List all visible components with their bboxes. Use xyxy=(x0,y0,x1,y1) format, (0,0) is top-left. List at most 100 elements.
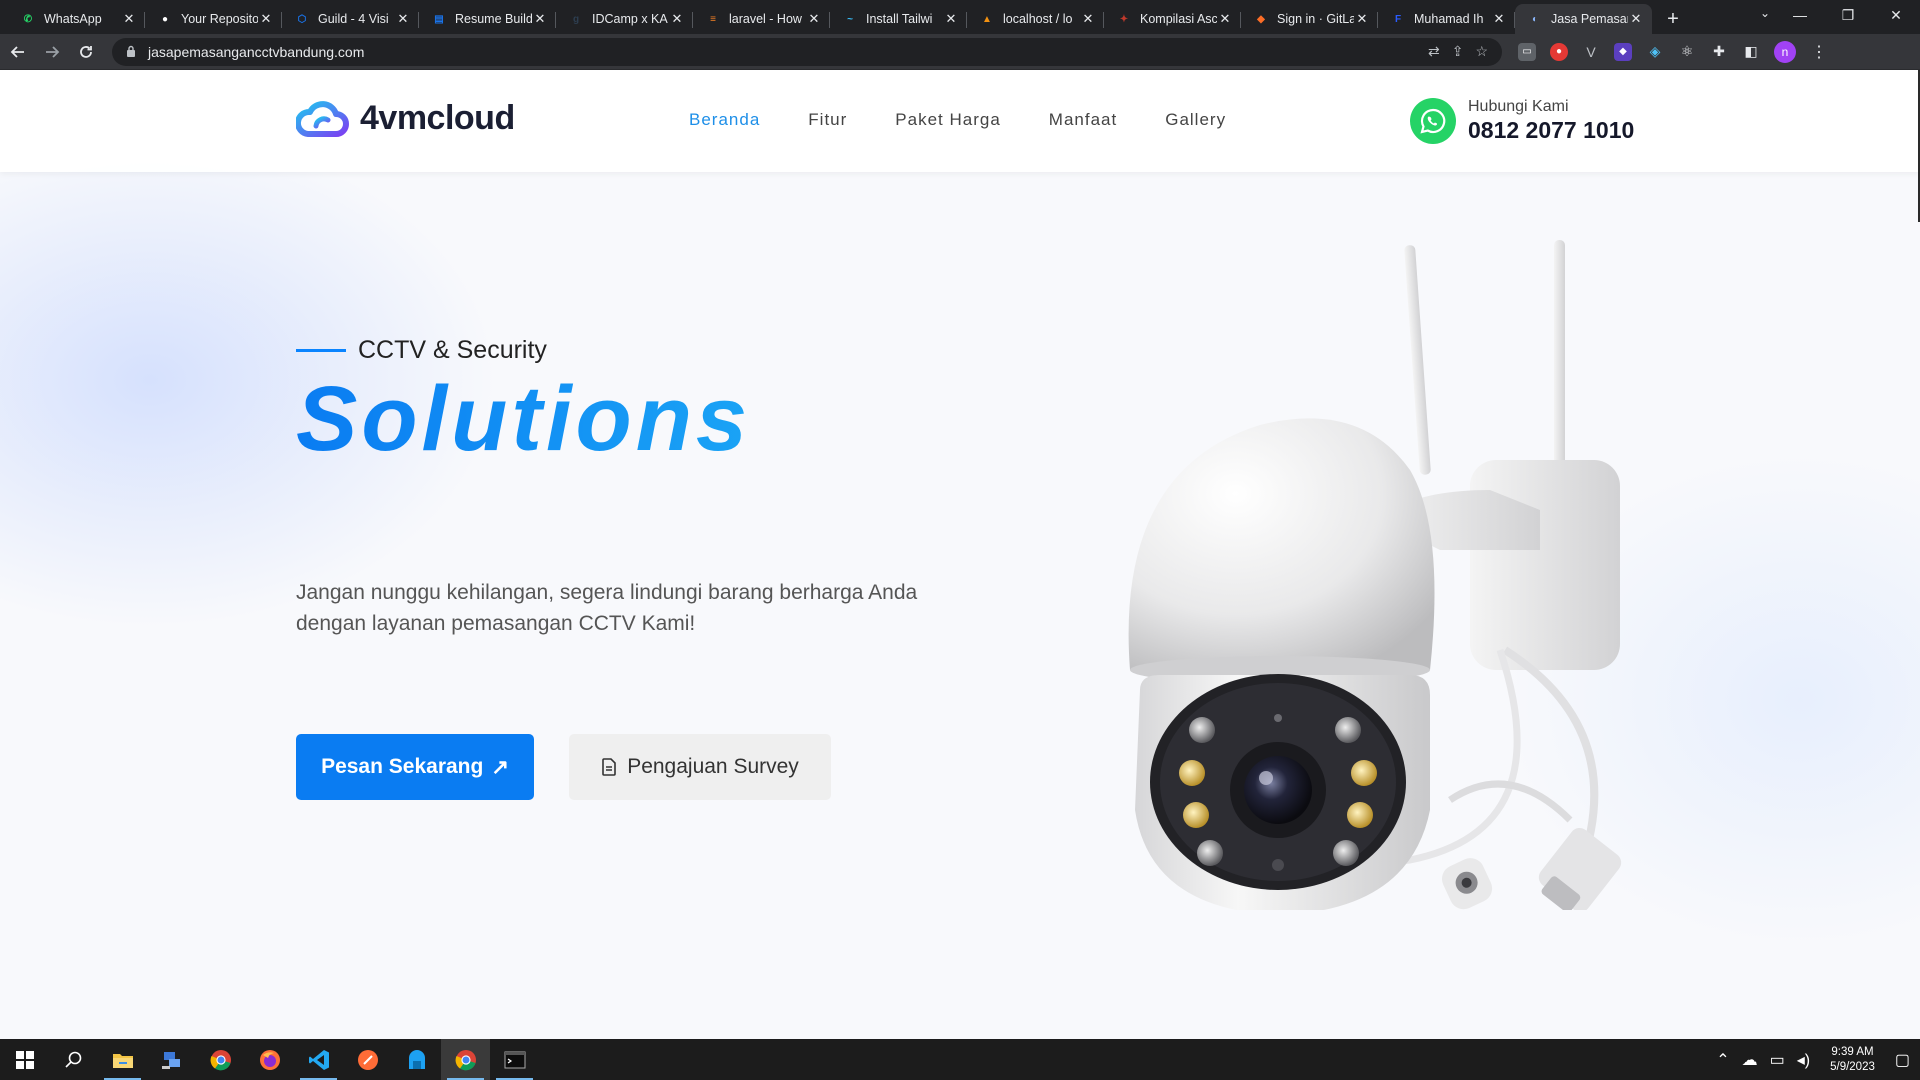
profile-avatar[interactable]: n xyxy=(1774,40,1796,63)
onedrive-icon[interactable]: ☁ xyxy=(1742,1050,1758,1070)
taskbar-postman[interactable] xyxy=(343,1039,392,1080)
whatsapp-icon[interactable] xyxy=(1410,98,1456,144)
network-status-icon[interactable]: ▭ xyxy=(1770,1050,1785,1070)
whatsapp-icon: ✆ xyxy=(23,13,33,25)
contact-text: Hubungi Kami 0812 2077 1010 xyxy=(1468,98,1634,144)
tab-close-icon[interactable]: ✕ xyxy=(1354,11,1370,27)
back-button[interactable] xyxy=(2,36,34,68)
cast-icon[interactable]: ▭ xyxy=(1518,42,1536,61)
tab-close-icon[interactable]: ✕ xyxy=(532,11,548,27)
new-tab-button[interactable]: + xyxy=(1658,4,1688,34)
system-tray: ⌃ ☁ ▭ ◂) 9:39 AM 5/9/2023 ▢ xyxy=(1716,1045,1920,1075)
dicoding-icon: g xyxy=(572,13,580,25)
tab-close-icon[interactable]: ✕ xyxy=(1217,11,1233,27)
taskbar-network-app[interactable] xyxy=(147,1039,196,1080)
chrome-icon xyxy=(210,1049,231,1070)
nav-link-beranda[interactable]: Beranda xyxy=(689,110,760,130)
extension-purple-icon[interactable]: ◆ xyxy=(1614,42,1632,61)
windows-taskbar: ⌃ ☁ ▭ ◂) 9:39 AM 5/9/2023 ▢ xyxy=(0,1039,1920,1080)
extension-gem-icon[interactable]: ◈ xyxy=(1646,43,1664,61)
volume-icon[interactable]: ◂) xyxy=(1797,1050,1810,1070)
address-bar[interactable]: jasapemasangancctvbandung.com ⇄ ⇪ ☆ xyxy=(112,37,1502,66)
tailwind-icon: ~ xyxy=(847,13,853,25)
logo-text: 4vmcloud xyxy=(360,98,515,137)
browser-tab[interactable]: ● Your Reposito ✕ xyxy=(145,4,282,34)
web-page: 4vmcloud Beranda Fitur Paket Harga Manfa… xyxy=(0,70,1920,1039)
nav-link-fitur[interactable]: Fitur xyxy=(808,110,847,130)
extension-red-icon[interactable]: ● xyxy=(1550,42,1568,61)
browser-tab[interactable]: ▤ Resume Build ✕ xyxy=(419,4,556,34)
clock-time: 9:39 AM xyxy=(1831,1045,1874,1058)
browser-tab[interactable]: ≡ laravel - How ✕ xyxy=(693,4,830,34)
taskbar-firefox[interactable] xyxy=(245,1039,294,1080)
start-button[interactable] xyxy=(0,1039,49,1080)
tab-close-icon[interactable]: ✕ xyxy=(121,11,137,27)
system-clock[interactable]: 9:39 AM 5/9/2023 xyxy=(1830,1045,1875,1075)
browser-tab[interactable]: ✆ WhatsApp ✕ xyxy=(8,4,145,34)
taskbar-terminal[interactable] xyxy=(490,1039,539,1080)
close-window-icon[interactable]: ✕ xyxy=(1872,0,1920,30)
tab-close-icon[interactable]: ✕ xyxy=(395,11,411,27)
tab-close-icon[interactable]: ✕ xyxy=(669,11,685,27)
nav-link-gallery[interactable]: Gallery xyxy=(1165,110,1226,130)
tab-close-icon[interactable]: ✕ xyxy=(1080,11,1096,27)
translate-icon[interactable]: ⇄ xyxy=(1428,43,1440,60)
survey-request-button[interactable]: Pengajuan Survey xyxy=(569,734,831,800)
react-devtools-icon[interactable]: ⚛ xyxy=(1678,43,1696,61)
tray-expand-icon[interactable]: ⌃ xyxy=(1716,1050,1729,1070)
cloud-logo-icon xyxy=(296,101,349,137)
taskbar-vscode[interactable] xyxy=(294,1039,343,1080)
taskbar-chrome[interactable] xyxy=(196,1039,245,1080)
browser-tab[interactable]: ~ Install Tailwi ✕ xyxy=(830,4,967,34)
reload-button[interactable] xyxy=(70,36,102,68)
tab-title: Install Tailwi xyxy=(866,12,933,26)
order-now-label: Pesan Sekarang xyxy=(321,755,484,778)
tab-close-icon[interactable]: ✕ xyxy=(943,11,959,27)
site-logo[interactable]: 4vmcloud xyxy=(296,98,515,138)
browser-tab[interactable]: g IDCamp x KA ✕ xyxy=(556,4,693,34)
app-icon xyxy=(408,1049,425,1069)
side-panel-icon[interactable]: ◧ xyxy=(1742,43,1760,61)
browser-tab[interactable]: ◆ Sign in · GitLa ✕ xyxy=(1241,4,1378,34)
browser-tab[interactable]: ⬡ Guild - 4 Visi ✕ xyxy=(282,4,419,34)
bookmark-star-icon[interactable]: ☆ xyxy=(1475,43,1488,60)
vscode-icon xyxy=(308,1049,329,1070)
tab-close-icon[interactable]: ✕ xyxy=(258,11,274,27)
taskbar-search-button[interactable] xyxy=(49,1039,98,1080)
nav-link-paket-harga[interactable]: Paket Harga xyxy=(895,110,1001,130)
share-icon[interactable]: ⇪ xyxy=(1452,43,1464,60)
browser-tab[interactable]: ◐ Jasa Pemasan ✕ xyxy=(1515,4,1652,34)
nav-link-manfaat[interactable]: Manfaat xyxy=(1049,110,1117,130)
clock-date: 5/9/2023 xyxy=(1830,1060,1875,1073)
browser-tab[interactable]: F Muhamad Ih ✕ xyxy=(1378,4,1515,34)
browser-tab[interactable]: ▲ localhost / lo ✕ xyxy=(967,4,1104,34)
tab-close-icon[interactable]: ✕ xyxy=(1491,11,1507,27)
tab-title: WhatsApp xyxy=(44,12,102,26)
contact-block[interactable]: Hubungi Kami 0812 2077 1010 xyxy=(1410,98,1634,144)
tab-title: Sign in · GitLa xyxy=(1277,12,1354,26)
notification-center-icon[interactable]: ▢ xyxy=(1895,1050,1910,1070)
vue-devtools-icon[interactable]: V xyxy=(1582,43,1600,61)
forward-button[interactable] xyxy=(36,36,68,68)
browser-toolbar: jasapemasangancctvbandung.com ⇄ ⇪ ☆ ▭ ● … xyxy=(0,34,1920,70)
arrow-up-right-icon: ↗ xyxy=(491,755,509,779)
forward-arrow-icon xyxy=(46,45,60,58)
restore-icon[interactable]: ❐ xyxy=(1824,0,1872,30)
browser-tab[interactable]: ✦ Kompilasi Asc ✕ xyxy=(1104,4,1241,34)
minimize-icon[interactable]: — xyxy=(1776,0,1824,30)
site-header: 4vmcloud Beranda Fitur Paket Harga Manfa… xyxy=(0,70,1920,172)
taskbar-file-explorer[interactable] xyxy=(98,1039,147,1080)
browser-menu-icon[interactable]: ⋮ xyxy=(1810,43,1828,61)
contact-phone[interactable]: 0812 2077 1010 xyxy=(1468,117,1634,144)
main-nav: Beranda Fitur Paket Harga Manfaat Galler… xyxy=(689,110,1226,130)
tab-search-icon[interactable]: ⌄ xyxy=(1760,6,1770,20)
taskbar-chrome-active[interactable] xyxy=(441,1039,490,1080)
taskbar-app[interactable] xyxy=(392,1039,441,1080)
tab-list: ✆ WhatsApp ✕ ● Your Reposito ✕ ⬡ Guild - 4 Visi… xyxy=(0,0,1652,34)
tab-close-icon[interactable]: ✕ xyxy=(1628,11,1644,27)
extensions-puzzle-icon[interactable]: ✚ xyxy=(1710,43,1728,61)
tab-close-icon[interactable]: ✕ xyxy=(806,11,822,27)
order-now-button[interactable]: Pesan Sekarang ↗ xyxy=(296,734,534,800)
hero-description: Jangan nunggu kehilangan, segera lindung… xyxy=(296,581,918,635)
firefox-icon xyxy=(259,1049,280,1070)
